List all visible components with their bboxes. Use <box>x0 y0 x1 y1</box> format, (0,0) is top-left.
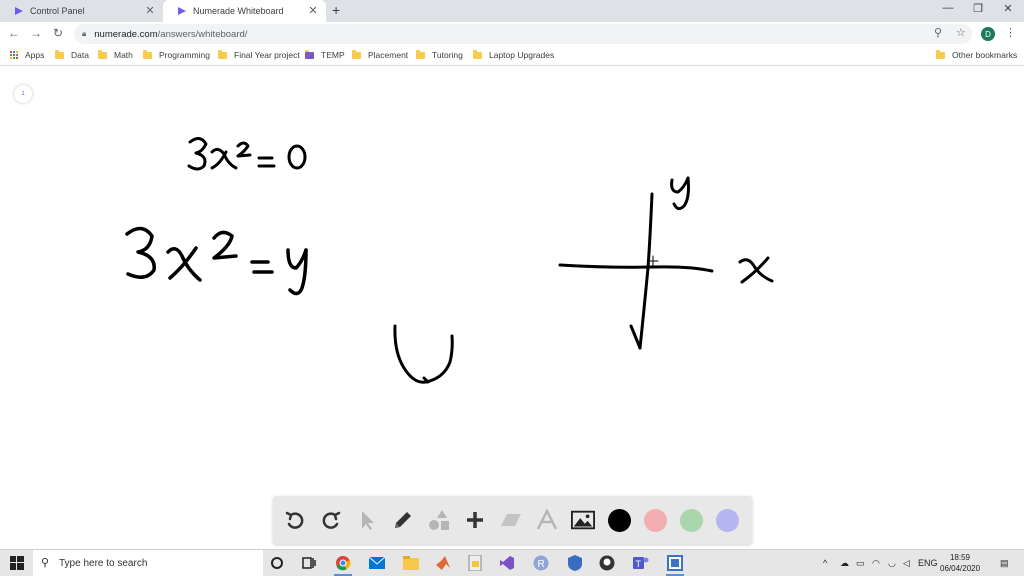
windows-taskbar: ⚲ Type here to search R T ^ ☁ ▭ ◠ ◡ ◁ EN… <box>0 549 1024 576</box>
network-icon[interactable]: ◠ <box>872 558 880 569</box>
handwriting-layer <box>125 137 774 384</box>
taskbar-clock[interactable]: 18:59 06/04/2020 <box>940 552 980 574</box>
text-icon[interactable] <box>535 508 559 532</box>
image-icon[interactable] <box>571 508 595 532</box>
svg-text:R: R <box>538 559 545 570</box>
redo-icon[interactable] <box>319 508 343 532</box>
notifications-icon[interactable]: ▤ <box>1000 558 1009 569</box>
python-file-icon[interactable] <box>466 554 484 572</box>
clock-date: 06/04/2020 <box>940 564 981 573</box>
file-explorer-icon[interactable] <box>402 554 420 572</box>
shield-security-icon[interactable] <box>566 554 584 572</box>
mail-icon[interactable] <box>368 554 386 572</box>
visual-studio-2-icon[interactable] <box>666 554 684 576</box>
search-icon: ⚲ <box>41 557 50 569</box>
equation-3x2-equals-y <box>125 226 308 296</box>
teams-icon[interactable]: T <box>632 554 650 572</box>
add-plus-icon[interactable] <box>463 508 487 532</box>
color-green-swatch[interactable] <box>680 509 703 532</box>
select-arrow-icon[interactable] <box>355 508 379 532</box>
r-language-icon[interactable]: R <box>532 554 550 572</box>
color-black-swatch[interactable] <box>608 509 631 532</box>
clock-time: 18:59 <box>949 553 971 562</box>
color-pink-swatch[interactable] <box>644 509 667 532</box>
coordinate-axes <box>558 192 714 350</box>
equation-3x2-equals-0 <box>187 137 307 171</box>
undo-icon[interactable] <box>283 508 307 532</box>
language-indicator[interactable]: ENG <box>918 558 938 568</box>
whiteboard-toolbar <box>273 496 752 544</box>
cortana-icon[interactable] <box>268 554 286 572</box>
battery-icon[interactable]: ▭ <box>856 558 865 569</box>
parabola-sketch <box>393 324 454 384</box>
visual-studio-icon[interactable] <box>498 554 516 572</box>
color-lavender-swatch[interactable] <box>716 509 739 532</box>
x-axis-label <box>738 256 774 284</box>
search-placeholder: Type here to search <box>59 558 148 569</box>
y-axis-label <box>670 176 690 211</box>
pen-icon[interactable] <box>391 508 415 532</box>
show-hidden-icons[interactable]: ^ <box>823 558 827 568</box>
matlab-icon[interactable] <box>434 554 452 572</box>
taskbar-search-box[interactable]: ⚲ Type here to search <box>33 550 263 576</box>
shapes-icon[interactable] <box>427 508 451 532</box>
chrome-icon[interactable] <box>334 554 352 576</box>
screen: Control Panel ✕ Numerade Whiteboard ✕ + … <box>0 0 1024 576</box>
eraser-icon[interactable] <box>499 508 523 532</box>
onedrive-cloud-icon[interactable]: ☁ <box>840 558 849 569</box>
github-icon[interactable] <box>598 554 616 572</box>
task-view-icon[interactable] <box>300 554 318 572</box>
svg-text:T: T <box>636 559 642 569</box>
wifi-icon[interactable]: ◡ <box>888 558 896 569</box>
windows-start-icon[interactable] <box>8 554 26 572</box>
volume-icon[interactable]: ◁ <box>903 558 910 569</box>
